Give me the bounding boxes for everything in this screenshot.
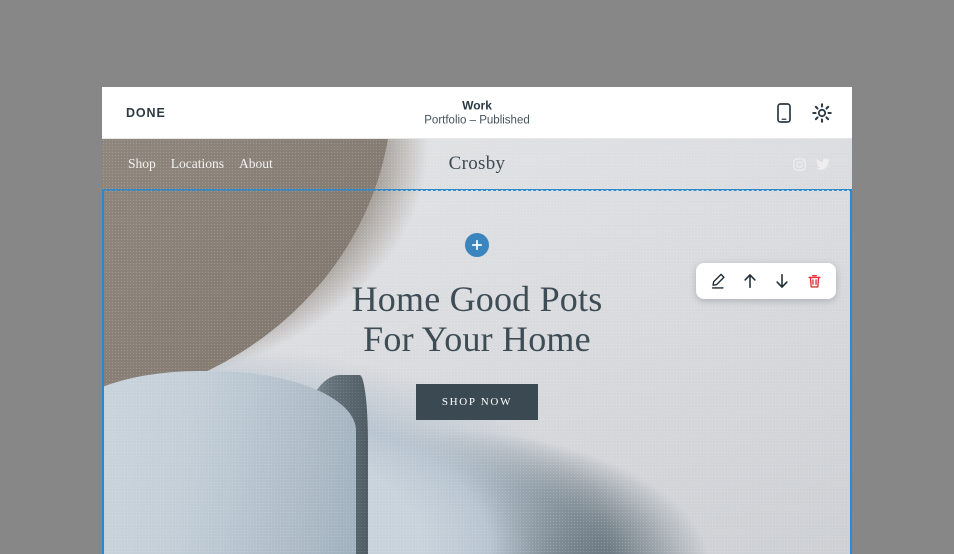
instagram-icon[interactable] — [793, 157, 806, 171]
shop-now-button[interactable]: SHOP NOW — [415, 383, 539, 420]
hero-heading-line-2: For Your Home — [363, 319, 591, 360]
site-nav-links: Shop Locations About — [128, 156, 273, 172]
done-button[interactable]: DONE — [126, 106, 166, 120]
mobile-preview-icon[interactable] — [772, 101, 796, 125]
move-up-arrow-icon[interactable] — [737, 268, 763, 294]
page-status-subtitle: Portfolio – Published — [424, 113, 530, 126]
move-down-arrow-icon[interactable] — [769, 268, 795, 294]
site-preview-canvas[interactable]: Shop Locations About Crosby Home Good Po… — [102, 139, 852, 554]
site-editor-window: DONE Work Portfolio – Published Shop Loc… — [102, 87, 852, 554]
site-nav-item-about[interactable]: About — [239, 156, 273, 172]
gear-icon[interactable] — [810, 101, 834, 125]
site-nav-item-locations[interactable]: Locations — [171, 156, 224, 172]
page-title-block: Work Portfolio – Published — [424, 98, 529, 127]
page-title: Work — [462, 97, 492, 112]
edit-pencil-icon[interactable] — [705, 268, 731, 294]
section-selection-dashed-edge — [102, 190, 852, 191]
hero-section-content: Home Good Pots For Your Home SHOP NOW — [102, 279, 852, 420]
site-navigation-bar: Shop Locations About Crosby — [102, 139, 852, 189]
section-toolbar — [696, 263, 836, 299]
delete-trash-icon[interactable] — [801, 268, 827, 294]
insert-section-button-top[interactable] — [465, 233, 489, 257]
editor-topbar: DONE Work Portfolio – Published — [102, 87, 852, 139]
topbar-actions — [772, 101, 834, 125]
site-nav-item-shop[interactable]: Shop — [128, 156, 156, 172]
twitter-icon[interactable] — [816, 157, 830, 171]
site-logo[interactable]: Crosby — [449, 153, 506, 175]
hero-heading-line-1: Home Good Pots — [351, 279, 603, 319]
site-social-links — [793, 157, 830, 171]
